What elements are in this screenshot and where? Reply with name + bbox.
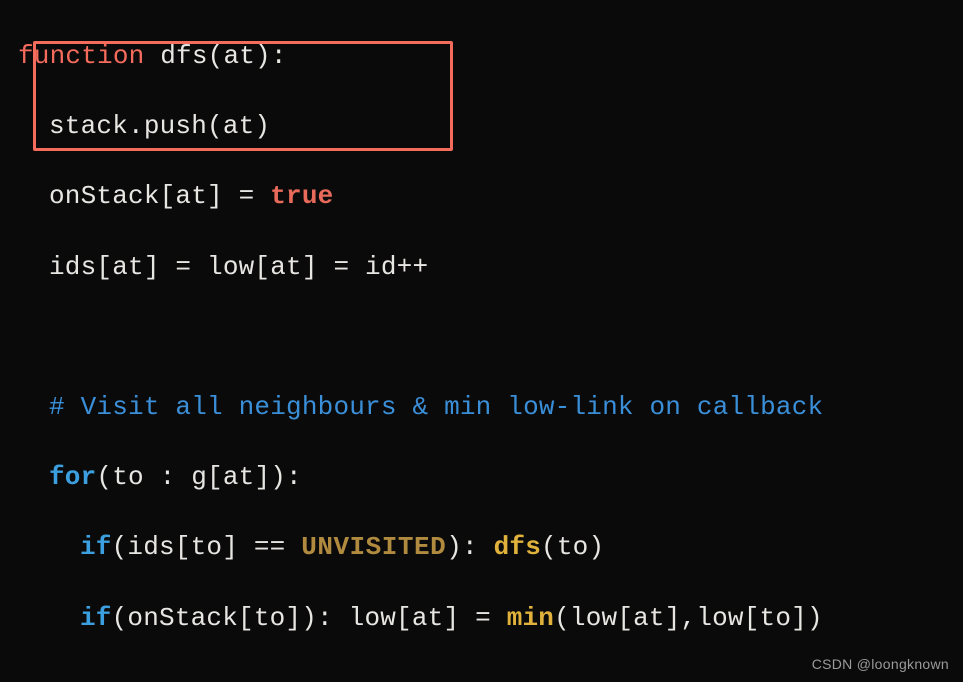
code-line: stack.push(at)	[18, 109, 963, 144]
call-dfs: dfs	[494, 532, 541, 562]
keyword-for: for	[49, 462, 96, 492]
code-line: if(ids[to] == UNVISITED): dfs(to)	[18, 530, 963, 565]
code-line: if(onStack[to]): low[at] = min(low[at],l…	[18, 601, 963, 636]
code-line: for(to : g[at]):	[18, 460, 963, 495]
code-line: onStack[at] = true	[18, 179, 963, 214]
keyword-if: if	[80, 532, 112, 562]
code-line: function dfs(at):	[18, 39, 963, 74]
comment-line: # Visit all neighbours & min low-link on…	[18, 390, 963, 425]
keyword-if: if	[80, 603, 112, 633]
code-line: ids[at] = low[at] = id++	[18, 250, 963, 285]
watermark: CSDN @loongknown	[812, 655, 949, 674]
keyword-function: function	[18, 41, 144, 71]
code-block: function dfs(at): stack.push(at) onStack…	[0, 0, 963, 682]
blank-line	[18, 320, 963, 355]
constant-unvisited: UNVISITED	[301, 532, 446, 562]
boolean-true: true	[270, 181, 333, 211]
call-min: min	[507, 603, 554, 633]
